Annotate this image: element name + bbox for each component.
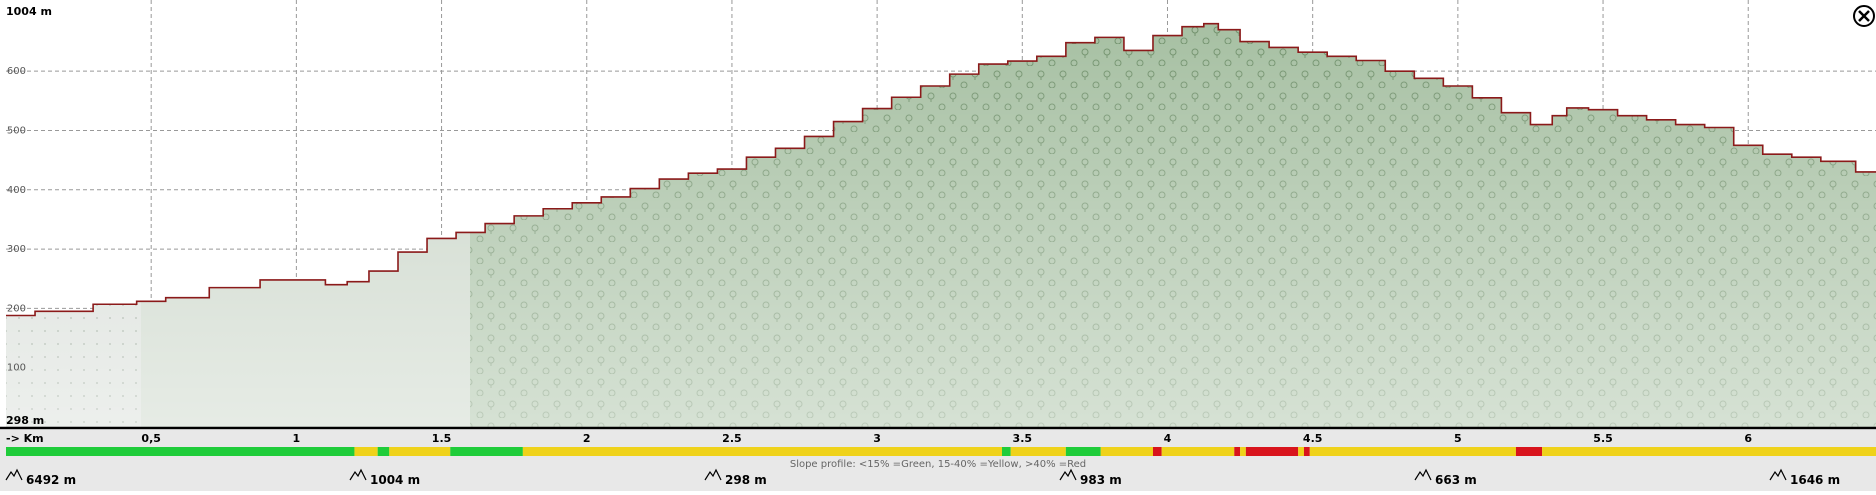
y-tick-label-4: 500	[7, 125, 26, 136]
slope-segment-4	[450, 447, 523, 456]
y-tick-label-1: 200	[7, 303, 26, 314]
terrain-fill	[6, 23, 1876, 427]
y-tick-label-2: 300	[7, 244, 26, 255]
slope-segment-5	[522, 447, 1002, 456]
slope-segment-11	[1161, 447, 1235, 456]
y-tick-label-3: 400	[7, 185, 26, 196]
x-tick-label-9: 5	[1454, 432, 1462, 445]
elevation-profile-panel: 100 200 300 400 500 600 1004 m 298 m -> Km 0,…	[0, 0, 1876, 491]
slope-segment-8	[1065, 447, 1101, 456]
slope-segment-15	[1298, 447, 1304, 456]
slope-segment-16	[1303, 447, 1310, 456]
footer-stat-value: 663 m	[1435, 473, 1477, 487]
x-tick-label-0: 0,5	[141, 432, 161, 445]
slope-segment-1	[354, 447, 378, 456]
x-tick-label-10: 5.5	[1593, 432, 1613, 445]
x-tick-label-8: 4.5	[1303, 432, 1323, 445]
y-tick-label-5: 600	[7, 66, 26, 77]
slope-segment-17	[1309, 447, 1516, 456]
slope-segment-18	[1515, 447, 1543, 456]
x-tick-label-1: 1	[293, 432, 301, 445]
slope-segment-14	[1245, 447, 1299, 456]
x-tick-label-2: 1.5	[432, 432, 452, 445]
max-elevation-label: 1004 m	[6, 5, 52, 18]
x-tick-label-5: 3	[873, 432, 881, 445]
footer-stat-value: 298 m	[725, 473, 767, 487]
x-axis-title: -> Km	[6, 432, 44, 445]
close-button[interactable]	[1853, 5, 1875, 27]
elevation-chart: 100 200 300 400 500 600 1004 m 298 m -> Km 0,…	[0, 0, 1876, 491]
slope-segment-9	[1100, 447, 1153, 456]
footer-stat-value: 1004 m	[370, 473, 420, 487]
slope-segment-3	[389, 447, 451, 456]
slope-segment-7	[1010, 447, 1066, 456]
slope-segment-13	[1240, 447, 1246, 456]
x-tick-label-6: 3.5	[1013, 432, 1033, 445]
footer-stat-value: 983 m	[1080, 473, 1122, 487]
x-tick-label-3: 2	[583, 432, 591, 445]
footer-stat-value: 6492 m	[26, 473, 76, 487]
slope-segment-2	[377, 447, 390, 456]
slope-segment-0	[6, 447, 355, 456]
slope-segment-12	[1234, 447, 1241, 456]
slope-profile-bar	[6, 447, 1876, 456]
slope-legend: Slope profile: <15% =Green, 15-40% =Yell…	[790, 459, 1086, 470]
min-elevation-label: 298 m	[6, 414, 44, 427]
x-tick-label-7: 4	[1164, 432, 1172, 445]
slope-segment-19	[1542, 447, 1876, 456]
slope-segment-6	[1001, 447, 1011, 456]
x-tick-label-11: 6	[1744, 432, 1752, 445]
y-tick-label-0: 100	[7, 363, 26, 374]
footer-stat-value: 1646 m	[1790, 473, 1840, 487]
x-tick-label-4: 2.5	[722, 432, 742, 445]
slope-segment-10	[1152, 447, 1162, 456]
